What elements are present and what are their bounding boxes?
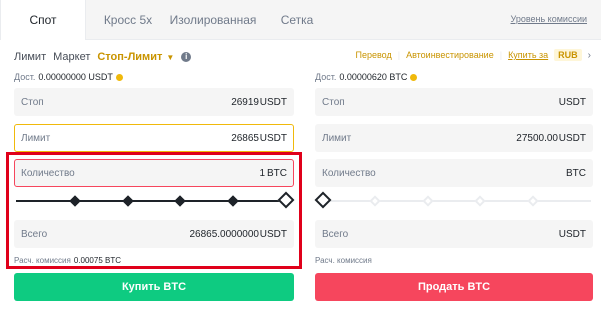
transfer-link[interactable]: Перевод [355, 50, 391, 60]
sell-limit-label: Лимит [322, 133, 352, 144]
order-type-market[interactable]: Маркет [53, 51, 90, 63]
highlight-box [6, 152, 302, 269]
currency-badge[interactable]: RUB [554, 49, 582, 61]
info-icon[interactable]: i [181, 52, 192, 62]
buy-limit-unit: USDT [259, 133, 287, 144]
sell-estimated-fee: Расч. комиссия [315, 256, 372, 265]
buy-with-link[interactable]: Купить за [508, 50, 548, 60]
buy-available-label: Дост. [14, 72, 36, 82]
sell-limit-unit: USDT [558, 133, 586, 144]
divider: | [397, 50, 401, 60]
sell-stop-label: Стоп [322, 97, 345, 108]
divider: | [499, 50, 503, 60]
slider-track [317, 200, 591, 202]
chevron-down-icon[interactable]: ▼ [166, 53, 174, 62]
sell-limit-value[interactable]: 27500.00 [516, 133, 558, 144]
trade-mode-tabs: Спот Кросс 5x Изолированная Сетка Уровен… [0, 0, 601, 40]
sell-stop-field[interactable]: Стоп USDT [315, 88, 593, 116]
slider-step-mark[interactable] [369, 195, 382, 207]
sell-button[interactable]: Продать BTC [315, 273, 593, 301]
sell-total-field[interactable]: Всего USDT [315, 220, 593, 248]
tab-cross[interactable]: Кросс 5x [90, 0, 166, 40]
sell-available-label: Дост. [315, 72, 337, 82]
sell-quantity-unit: BTC [566, 168, 586, 179]
sell-total-unit: USDT [558, 229, 586, 240]
buy-available: Дост. 0.00000000 USDT [14, 72, 123, 82]
slider-step-mark[interactable] [422, 195, 434, 207]
tab-spot[interactable]: Спот [0, 0, 86, 40]
sell-available: Дост. 0.00000620 BTC [315, 72, 418, 82]
buy-stop-label: Стоп [21, 97, 44, 108]
order-type-selector: Лимит Маркет Стоп-Лимит ▼ i [14, 47, 192, 67]
buy-available-value: 0.00000000 USDT [38, 72, 113, 82]
sell-available-value: 0.00000620 BTC [339, 72, 408, 82]
sell-limit-field[interactable]: Лимит 27500.00 USDT [315, 124, 593, 152]
sell-stop-unit: USDT [558, 97, 586, 108]
add-funds-icon[interactable] [115, 74, 123, 82]
quick-links: Перевод | Автоинвестирование | Купить за… [355, 49, 591, 61]
tab-grid[interactable]: Сетка [264, 0, 330, 40]
buy-stop-unit: USDT [259, 97, 287, 108]
add-funds-icon[interactable] [410, 74, 418, 82]
sell-total-label: Всего [322, 229, 349, 240]
tab-isolated[interactable]: Изолированная [166, 0, 260, 40]
auto-invest-link[interactable]: Автоинвестирование [406, 50, 494, 60]
buy-stop-value[interactable]: 26919 [231, 97, 259, 108]
chevron-right-icon[interactable]: › [588, 50, 591, 61]
order-type-limit[interactable]: Лимит [14, 51, 46, 63]
fee-level-link[interactable]: Уровень комиссии [511, 14, 587, 24]
sell-amount-slider[interactable] [314, 191, 591, 209]
sell-quantity-field[interactable]: Количество BTC [315, 159, 593, 187]
buy-button[interactable]: Купить BTC [14, 273, 294, 301]
buy-stop-field[interactable]: Стоп 26919 USDT [14, 88, 294, 116]
buy-limit-label: Лимит [21, 133, 51, 144]
slider-step-mark[interactable] [526, 195, 539, 207]
slider-step-mark[interactable] [474, 195, 486, 207]
slider-thumb[interactable] [314, 191, 332, 209]
sell-quantity-label: Количество [322, 168, 376, 179]
buy-limit-field[interactable]: Лимит 26865 USDT [14, 124, 294, 152]
order-type-stop-limit[interactable]: Стоп-Лимит [97, 51, 162, 63]
sell-fee-label: Расч. комиссия [315, 256, 372, 265]
buy-limit-value[interactable]: 26865 [231, 133, 259, 144]
